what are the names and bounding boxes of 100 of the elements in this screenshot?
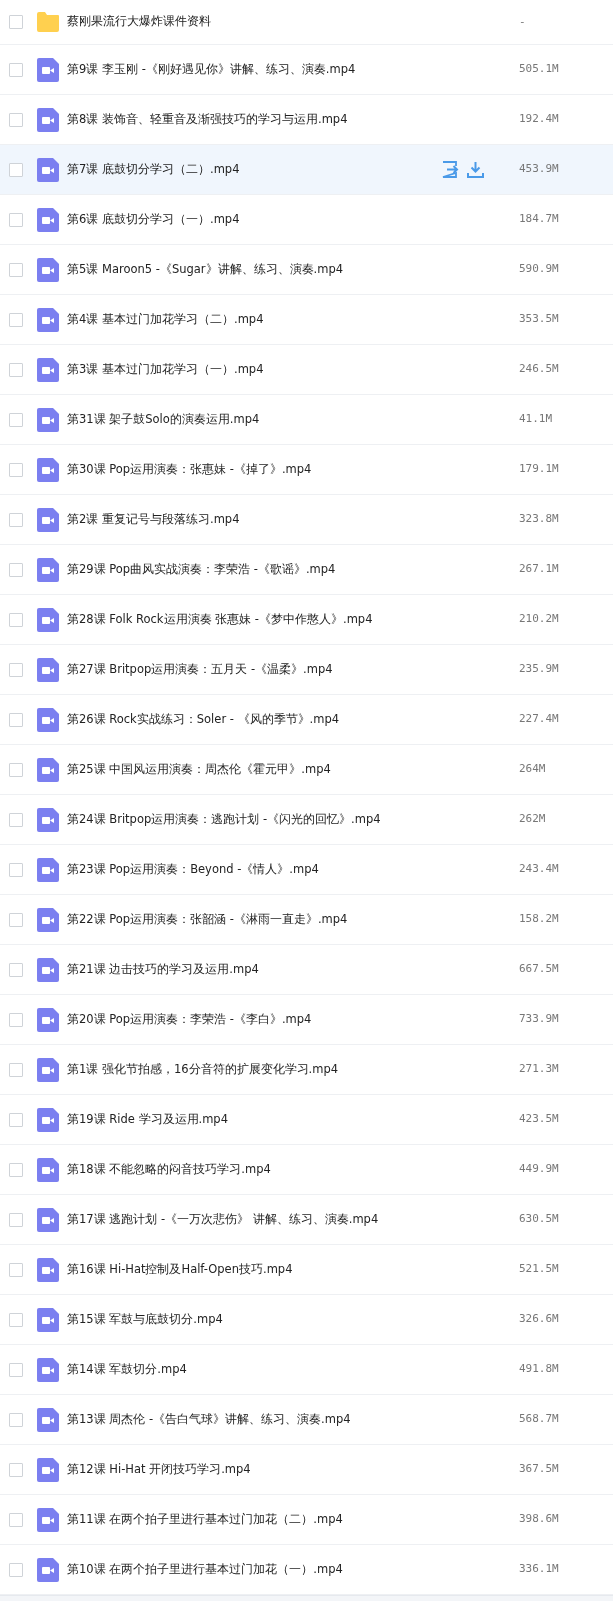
file-size: 590.9M	[519, 261, 560, 278]
checkbox[interactable]	[9, 112, 23, 127]
file-name[interactable]: 第29课 Pop曲风实战演奏：李荣浩 -《歌谣》.mp4	[67, 560, 336, 579]
file-name[interactable]: 第3课 基本过门加花学习（一）.mp4	[67, 360, 264, 379]
checkbox[interactable]	[9, 662, 23, 677]
video-file-icon	[37, 607, 59, 632]
file-name[interactable]: 第1课 强化节拍感，16分音符的扩展变化学习.mp4	[67, 1060, 339, 1079]
checkbox[interactable]	[9, 262, 23, 277]
checkbox[interactable]	[9, 862, 23, 877]
video-file-icon	[37, 207, 59, 232]
checkbox[interactable]	[9, 1562, 23, 1577]
file-name[interactable]: 第24课 Britpop运用演奏：逃跑计划 -《闪光的回忆》.mp4	[67, 810, 381, 829]
file-name[interactable]: 第28课 Folk Rock运用演奏 张惠妹 -《梦中作憨人》.mp4	[67, 610, 373, 629]
file-size: 453.9M	[519, 161, 560, 178]
file-size: 505.1M	[519, 61, 560, 78]
file-name[interactable]: 第19课 Ride 学习及运用.mp4	[67, 1110, 228, 1129]
file-name[interactable]: 第7课 底鼓切分学习（二）.mp4	[67, 160, 240, 179]
video-file-icon	[37, 707, 59, 732]
file-size: 353.5M	[519, 311, 560, 328]
file-size: 491.8M	[519, 1361, 560, 1378]
file-name[interactable]: 第11课 在两个拍子里进行基本过门加花（二）.mp4	[67, 1510, 343, 1529]
checkbox[interactable]	[9, 312, 23, 327]
file-name[interactable]: 蔡刚果流行大爆炸课件资料	[67, 13, 211, 31]
file-name[interactable]: 第5课 Maroon5 -《Sugar》讲解、练习、演奏.mp4	[67, 260, 344, 279]
checkbox[interactable]	[9, 812, 23, 827]
video-file-icon	[37, 807, 59, 832]
checkbox[interactable]	[9, 762, 23, 777]
checkbox[interactable]	[9, 1062, 23, 1077]
video-file-icon	[37, 1407, 59, 1432]
checkbox[interactable]	[9, 1512, 23, 1527]
checkbox[interactable]	[9, 162, 23, 177]
file-size: 449.9M	[519, 1161, 560, 1178]
file-size: 235.9M	[519, 661, 560, 678]
checkbox[interactable]	[9, 1462, 23, 1477]
checkbox[interactable]	[9, 1212, 23, 1227]
video-file-icon	[37, 557, 59, 582]
video-file-icon	[37, 307, 59, 332]
checkbox[interactable]	[9, 1012, 23, 1027]
file-name[interactable]: 第30课 Pop运用演奏：张惠妹 -《掉了》.mp4	[67, 460, 312, 479]
video-file-icon	[37, 1007, 59, 1032]
file-size: 521.5M	[519, 1261, 560, 1278]
file-name[interactable]: 第6课 底鼓切分学习（一）.mp4	[67, 210, 240, 229]
checkbox[interactable]	[9, 15, 23, 29]
file-size: 630.5M	[519, 1211, 560, 1228]
checkbox[interactable]	[9, 412, 23, 427]
file-name[interactable]: 第20课 Pop运用演奏：李荣浩 -《李白》.mp4	[67, 1010, 312, 1029]
file-name[interactable]: 第21课 边击技巧的学习及运用.mp4	[67, 960, 259, 979]
checkbox[interactable]	[9, 212, 23, 227]
file-size: 179.1M	[519, 461, 560, 478]
checkbox[interactable]	[9, 712, 23, 727]
video-file-icon	[37, 657, 59, 682]
video-file-icon	[37, 907, 59, 932]
video-file-icon	[37, 1157, 59, 1182]
file-name[interactable]: 第23课 Pop运用演奏：Beyond -《情人》.mp4	[67, 860, 319, 879]
file-name[interactable]: 第14课 军鼓切分.mp4	[67, 1360, 187, 1379]
checkbox[interactable]	[9, 362, 23, 377]
video-file-icon	[37, 157, 59, 182]
video-file-icon	[37, 757, 59, 782]
checkbox[interactable]	[9, 1112, 23, 1127]
file-name[interactable]: 第9课 李玉刚 -《刚好遇见你》讲解、练习、演奏.mp4	[67, 60, 356, 79]
file-name[interactable]: 第8课 装饰音、轻重音及渐强技巧的学习与运用.mp4	[67, 110, 348, 129]
file-size: 398.6M	[519, 1511, 560, 1528]
file-size: 210.2M	[519, 611, 560, 628]
file-name[interactable]: 第26课 Rock实战练习：Soler - 《风的季节》.mp4	[67, 710, 340, 729]
checkbox[interactable]	[9, 1412, 23, 1427]
checkbox[interactable]	[9, 512, 23, 527]
video-file-icon	[37, 357, 59, 382]
checkbox[interactable]	[9, 1162, 23, 1177]
file-name[interactable]: 第4课 基本过门加花学习（二）.mp4	[67, 310, 264, 329]
file-name[interactable]: 第12课 Hi-Hat 开闭技巧学习.mp4	[67, 1460, 251, 1479]
checkbox[interactable]	[9, 1312, 23, 1327]
file-size: 667.5M	[519, 961, 560, 978]
checkbox[interactable]	[9, 62, 23, 77]
checkbox[interactable]	[9, 462, 23, 477]
file-size: 227.4M	[519, 711, 560, 728]
video-file-icon	[37, 407, 59, 432]
file-size: 246.5M	[519, 361, 560, 378]
file-name[interactable]: 第25课 中国风运用演奏：周杰伦《霍元甲》.mp4	[67, 760, 331, 779]
file-name[interactable]: 第22课 Pop运用演奏：张韶涵 -《淋雨一直走》.mp4	[67, 910, 348, 929]
checkbox[interactable]	[9, 1262, 23, 1277]
file-name[interactable]: 第2课 重复记号与段落练习.mp4	[67, 510, 240, 529]
checkbox[interactable]	[9, 612, 23, 627]
file-name[interactable]: 第15课 军鼓与底鼓切分.mp4	[67, 1310, 223, 1329]
file-name[interactable]: 第17课 逃跑计划 -《一万次悲伤》 讲解、练习、演奏.mp4	[67, 1210, 379, 1229]
file-name[interactable]: 第16课 Hi-Hat控制及Half-Open技巧.mp4	[67, 1260, 293, 1279]
file-size: 326.6M	[519, 1311, 560, 1328]
file-size: 264M	[519, 761, 547, 778]
file-name[interactable]: 第10课 在两个拍子里进行基本过门加花（一）.mp4	[67, 1560, 343, 1579]
checkbox[interactable]	[9, 1362, 23, 1377]
file-name[interactable]: 第13课 周杰伦 -《告白气球》讲解、练习、演奏.mp4	[67, 1410, 351, 1429]
download-icon[interactable]	[467, 161, 484, 178]
checkbox[interactable]	[9, 962, 23, 977]
file-size: -	[519, 13, 527, 30]
checkbox[interactable]	[9, 912, 23, 927]
file-size: 336.1M	[519, 1561, 560, 1578]
video-file-icon	[37, 1457, 59, 1482]
file-name[interactable]: 第31课 架子鼓Solo的演奏运用.mp4	[67, 410, 260, 429]
file-name[interactable]: 第18课 不能忽略的闷音技巧学习.mp4	[67, 1160, 271, 1179]
file-name[interactable]: 第27课 Britpop运用演奏：五月天 -《温柔》.mp4	[67, 660, 333, 679]
checkbox[interactable]	[9, 562, 23, 577]
